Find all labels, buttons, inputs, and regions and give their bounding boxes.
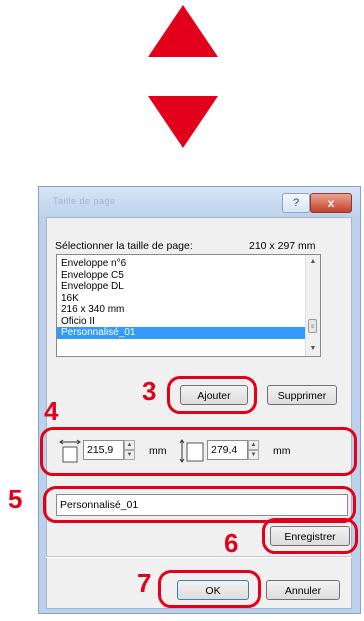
- arrow-up-icon[interactable]: [148, 5, 218, 57]
- list-scrollbar[interactable]: ▲ ≡ ▼: [305, 255, 320, 356]
- delete-button[interactable]: Supprimer: [267, 385, 337, 405]
- step-number-6: 6: [224, 528, 239, 558]
- list-item[interactable]: Enveloppe DL: [57, 281, 320, 293]
- dialog-separator: [46, 556, 352, 558]
- page-size-label: Sélectionner la taille de page:: [55, 240, 193, 252]
- dialog-titlebar: Taille de page ? x: [39, 187, 360, 217]
- highlight-dimensions: [40, 427, 357, 476]
- scroll-down-icon[interactable]: ▼: [306, 342, 320, 356]
- scroll-thumb[interactable]: ≡: [308, 319, 317, 333]
- list-item[interactable]: Enveloppe C5: [57, 270, 320, 282]
- step-number-3: 3: [142, 376, 157, 406]
- step-number-5: 5: [8, 484, 23, 514]
- highlight-add-button: [167, 376, 257, 414]
- step-number-4: 4: [44, 396, 59, 426]
- list-item[interactable]: 16K: [57, 293, 320, 305]
- list-item[interactable]: 216 x 340 mm: [57, 304, 320, 316]
- highlight-save-button: [262, 518, 358, 554]
- current-size-value: 210 x 297 mm: [249, 240, 316, 252]
- cancel-button[interactable]: Annuler: [266, 580, 340, 600]
- step-number-7: 7: [137, 568, 152, 598]
- arrow-down-icon[interactable]: [148, 96, 218, 148]
- list-item[interactable]: Oficio II: [57, 316, 320, 328]
- highlight-ok-button: [158, 570, 261, 608]
- list-item[interactable]: Personnalisé_01: [57, 327, 320, 339]
- page-size-list[interactable]: Enveloppe n°6 Enveloppe C5 Enveloppe DL 16K…: [56, 254, 321, 357]
- help-button[interactable]: ?: [282, 193, 310, 213]
- list-items-container: Enveloppe n°6 Enveloppe C5 Enveloppe DL 16K…: [57, 258, 320, 339]
- list-item[interactable]: Enveloppe n°6: [57, 258, 320, 270]
- scroll-up-icon[interactable]: ▲: [306, 255, 320, 269]
- dialog-title: Taille de page: [53, 196, 116, 206]
- close-button[interactable]: x: [310, 193, 352, 213]
